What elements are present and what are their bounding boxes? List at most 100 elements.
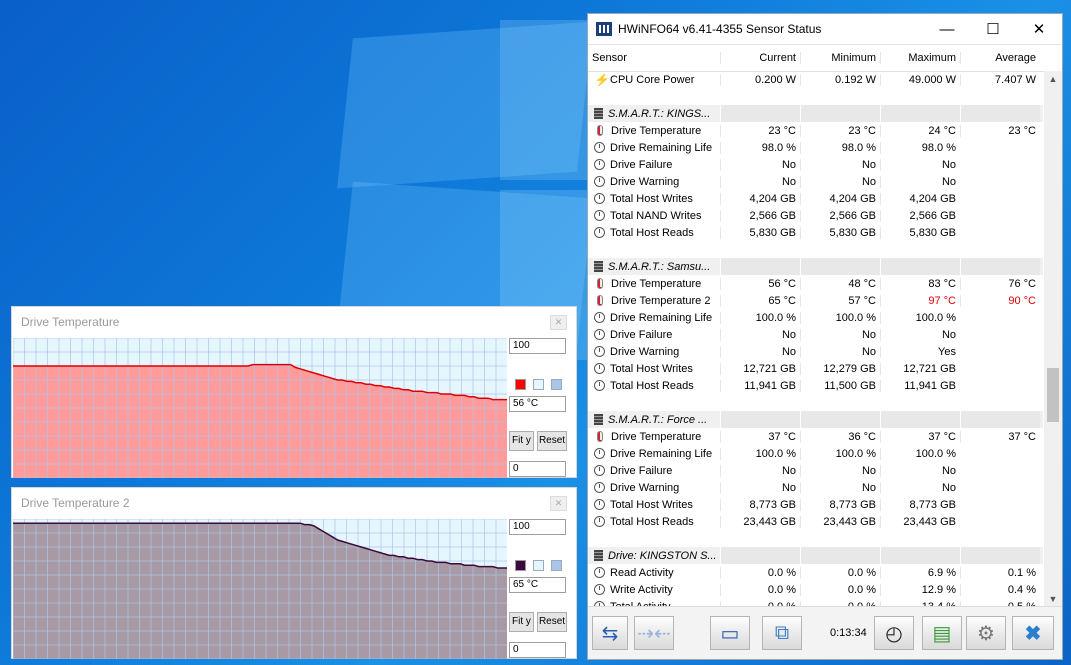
line-color-swatch[interactable] [515, 560, 526, 571]
graph-max-field[interactable]: 100 [509, 519, 566, 535]
drive-icon [594, 414, 603, 425]
group-cell [800, 411, 880, 428]
scroll-up-arrow-icon[interactable]: ▲ [1044, 71, 1062, 87]
grid-color-swatch[interactable] [551, 379, 562, 390]
sensor-row[interactable]: Drive Remaining Life 100.0 % 100.0 % 100.0 … [588, 445, 1043, 462]
sensor-row[interactable]: Drive Temperature 37 °C 36 °C 37 °C 37 °C [588, 428, 1043, 445]
sensor-min-value: 8,773 GB [800, 498, 880, 511]
group-cell [880, 105, 960, 122]
sensor-max-value: 6.9 % [880, 566, 960, 579]
grid-color-swatch[interactable] [551, 560, 562, 571]
sensor-row[interactable]: Total Host Reads 23,443 GB 23,443 GB 23,443… [588, 513, 1043, 530]
graph-max-field[interactable]: 100 [509, 338, 566, 354]
collapse-all-button[interactable]: ⇢⇠ [634, 616, 674, 650]
sensor-row[interactable]: Drive Temperature 56 °C 48 °C 83 °C 76 °C [588, 275, 1043, 292]
sensor-row[interactable]: Total Host Reads 5,830 GB 5,830 GB 5,830 GB [588, 224, 1043, 241]
sensor-group-row[interactable]: Drive: KINGSTON S... [588, 547, 1043, 564]
graph-min-field[interactable]: 0 [509, 642, 566, 658]
sensor-max-value: 83 °C [880, 277, 960, 290]
logging-button[interactable]: ▤ [922, 616, 962, 650]
sensor-min-value: No [800, 158, 880, 171]
line-color-swatch[interactable] [515, 379, 526, 390]
close-x-icon: ✖ [1024, 622, 1042, 645]
monitor-button[interactable]: ▭ [710, 616, 750, 650]
hwinfo-app-icon [596, 22, 612, 36]
sensor-avg-value: 90 °C [960, 294, 1040, 307]
sensor-min-value: 2,566 GB [800, 209, 880, 222]
scroll-thumb[interactable] [1047, 368, 1059, 422]
clock-icon [594, 193, 605, 204]
maximize-button[interactable]: ☐ [970, 14, 1016, 44]
background-color-swatch[interactable] [533, 560, 544, 571]
sensor-cur-value: 23 °C [720, 124, 800, 137]
minimize-button[interactable]: — [924, 14, 970, 44]
column-average[interactable]: Average [960, 52, 1040, 64]
fit-y-button[interactable]: Fit y [509, 431, 534, 451]
expand-collapse-button[interactable]: ⇆ [592, 616, 628, 650]
sensor-row[interactable]: Drive Temperature 23 °C 23 °C 24 °C 23 °C [588, 122, 1043, 139]
group-cell [720, 411, 800, 428]
sensor-row[interactable]: Drive Remaining Life 100.0 % 100.0 % 100.0 … [588, 309, 1043, 326]
sensor-row[interactable]: Total Host Writes 12,721 GB 12,279 GB 12,72… [588, 360, 1043, 377]
sensor-group-row[interactable]: S.M.A.R.T.: KINGS... [588, 105, 1043, 122]
close-sensors-button[interactable]: ✖ [1012, 616, 1054, 650]
sensor-row[interactable]: Drive Failure No No No [588, 462, 1043, 479]
monitor-icon: ▭ [720, 622, 740, 645]
sensor-row[interactable]: Total Host Writes 8,773 GB 8,773 GB 8,773 G… [588, 496, 1043, 513]
sensor-avg-value: 76 °C [960, 277, 1040, 290]
column-current[interactable]: Current [720, 52, 800, 64]
sensor-group-row[interactable]: S.M.A.R.T.: Force ... [588, 411, 1043, 428]
clock-icon [594, 346, 605, 357]
column-sensor[interactable]: Sensor [588, 52, 720, 64]
close-button[interactable]: ✕ [1016, 14, 1062, 44]
sensor-cur-value: 56 °C [720, 277, 800, 290]
sensor-label: Drive Warning [610, 345, 680, 358]
graph-min-field[interactable]: 0 [509, 461, 566, 477]
scroll-down-arrow-icon[interactable]: ▼ [1044, 591, 1062, 607]
sensor-row[interactable]: Drive Failure No No No [588, 326, 1043, 343]
windows-logo-pane [500, 20, 590, 180]
sensor-label: Drive Failure [610, 328, 673, 341]
sensor-row[interactable]: Total NAND Writes 2,566 GB 2,566 GB 2,566 G… [588, 207, 1043, 224]
sensor-cur-value: 8,773 GB [720, 498, 800, 511]
title-bar[interactable]: HWiNFO64 v6.41-4355 Sensor Status — ☐ ✕ [588, 14, 1062, 45]
graph-close-icon[interactable]: ✕ [550, 315, 567, 330]
group-cell [960, 105, 1040, 122]
background-color-swatch[interactable] [533, 379, 544, 390]
sensor-row[interactable]: ⚡ CPU Core Power 0.200 W 0.192 W 49.000 W 7.4… [588, 71, 1043, 88]
graph-close-icon[interactable]: ✕ [550, 496, 567, 511]
settings-button[interactable]: ⚙ [966, 616, 1006, 650]
sensor-cur-value: 37 °C [720, 430, 800, 443]
column-minimum[interactable]: Minimum [800, 52, 880, 64]
sensor-row[interactable]: Drive Failure No No No [588, 156, 1043, 173]
sensor-max-value: No [880, 464, 960, 477]
network-button[interactable]: ⧉ [762, 616, 802, 650]
sensor-cur-value: 0.0 % [720, 566, 800, 579]
sensor-group-row[interactable]: S.M.A.R.T.: Samsu... [588, 258, 1043, 275]
sensor-row[interactable]: Drive Temperature 2 65 °C 57 °C 97 °C 90 °C [588, 292, 1043, 309]
window-title: HWiNFO64 v6.41-4355 Sensor Status [618, 22, 822, 36]
sensor-row[interactable]: Drive Warning No No No [588, 173, 1043, 190]
fit-y-button[interactable]: Fit y [509, 612, 534, 632]
graph-current-field: 65 °C [509, 577, 566, 593]
reset-button[interactable]: Reset [537, 612, 567, 632]
reset-timer-button[interactable]: ◴ [874, 616, 914, 650]
sensor-max-value: 97 °C [880, 294, 960, 307]
sensor-row[interactable]: Total Host Reads 11,941 GB 11,500 GB 11,941… [588, 377, 1043, 394]
clock-icon: ◴ [885, 622, 903, 645]
reset-button[interactable]: Reset [537, 431, 567, 451]
sensor-row[interactable]: Drive Warning No No Yes [588, 343, 1043, 360]
sensor-label: Drive Temperature [611, 277, 702, 290]
column-maximum[interactable]: Maximum [880, 52, 960, 64]
clock-icon [594, 176, 605, 187]
sensor-max-value: 5,830 GB [880, 226, 960, 239]
sensor-row[interactable]: Drive Remaining Life 98.0 % 98.0 % 98.0 % [588, 139, 1043, 156]
sensor-cur-value: 12,721 GB [720, 362, 800, 375]
vertical-scrollbar[interactable]: ▲ ▼ [1044, 71, 1062, 607]
group-cell [960, 411, 1040, 428]
sensor-row[interactable]: Total Host Writes 4,204 GB 4,204 GB 4,204 G… [588, 190, 1043, 207]
sensor-row[interactable]: Write Activity 0.0 % 0.0 % 12.9 % 0.4 % [588, 581, 1043, 598]
sensor-row[interactable]: Drive Warning No No No [588, 479, 1043, 496]
sensor-row[interactable]: Read Activity 0.0 % 0.0 % 6.9 % 0.1 % [588, 564, 1043, 581]
sensor-cur-value: 65 °C [720, 294, 800, 307]
